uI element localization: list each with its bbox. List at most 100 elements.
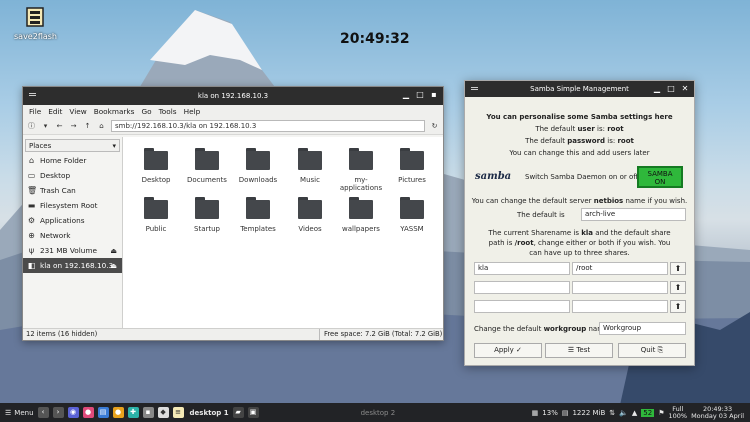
- menu-help[interactable]: Help: [184, 107, 201, 116]
- file-manager-icon[interactable]: ▤: [97, 407, 109, 418]
- forward-arrow-icon[interactable]: ›: [52, 407, 64, 418]
- sidebar-item-network[interactable]: ⊕ Network: [23, 228, 122, 243]
- menu-tools[interactable]: Tools: [159, 107, 177, 116]
- menu-file[interactable]: File: [29, 107, 41, 116]
- folder-task-icon[interactable]: ▰: [232, 407, 244, 418]
- window-menu-icon[interactable]: [29, 93, 36, 96]
- folder-icon: [246, 148, 270, 170]
- file-manager-titlebar[interactable]: kla on 192.168.10.3 ▁ □ ▪: [23, 87, 443, 105]
- up-icon[interactable]: ↑: [83, 122, 92, 131]
- bluetooth-icon[interactable]: ▲: [632, 409, 637, 417]
- info-icon[interactable]: ⓘ: [27, 122, 36, 131]
- menu-edit[interactable]: Edit: [48, 107, 62, 116]
- netbios-field[interactable]: arch-live: [581, 208, 686, 221]
- forward-icon[interactable]: →: [69, 122, 78, 131]
- test-button[interactable]: ☰ Test: [545, 343, 613, 358]
- folder-item[interactable]: my-applications: [336, 148, 386, 192]
- taskbar-clock[interactable]: 20:49:33 Monday 03 April: [691, 405, 744, 420]
- samba-task-icon[interactable]: ▣: [247, 407, 259, 418]
- folder-item[interactable]: Public: [131, 197, 181, 233]
- maximize-icon[interactable]: □: [415, 90, 425, 100]
- applications-icon: ⚙: [27, 216, 36, 225]
- folder-item[interactable]: Startup: [182, 197, 232, 233]
- browser-icon[interactable]: ●: [82, 407, 94, 418]
- network-share-icon: ◧: [27, 261, 36, 270]
- toolbar: ⓘ ▾ ← → ↑ ⌂ smb://192.168.10.3/kla on 19…: [23, 118, 443, 135]
- samba-titlebar[interactable]: Samba Simple Management ▁ □ ✕: [465, 81, 694, 97]
- folder-item[interactable]: Desktop: [131, 148, 181, 184]
- folder-item[interactable]: Templates: [233, 197, 283, 233]
- share-name-field[interactable]: kla: [474, 262, 570, 275]
- workspace-2[interactable]: desktop 2: [361, 409, 396, 417]
- terminal-icon[interactable]: ▪: [142, 407, 154, 418]
- maximize-icon[interactable]: □: [666, 84, 676, 94]
- sidebar-item-filesystem[interactable]: ▬ Filesystem Root: [23, 198, 122, 213]
- trash-icon: 🗑: [27, 186, 38, 195]
- refresh-icon[interactable]: ↻: [430, 122, 439, 131]
- minimize-icon[interactable]: ▁: [652, 84, 662, 94]
- desktop-clock: 20:49:32: [340, 31, 410, 47]
- history-dropdown-icon[interactable]: ▾: [41, 122, 50, 131]
- minimize-icon[interactable]: ▁: [401, 90, 411, 100]
- sidebar-item-home[interactable]: ⌂ Home Folder: [23, 153, 122, 168]
- folder-item[interactable]: wallpapers: [336, 197, 386, 233]
- app-launcher-icon[interactable]: ◉: [67, 407, 79, 418]
- workgroup-field[interactable]: Workgroup: [599, 322, 686, 335]
- samba-on-button[interactable]: SAMBA ON: [637, 166, 683, 188]
- menu-bookmarks[interactable]: Bookmarks: [94, 107, 135, 116]
- close-icon[interactable]: ✕: [680, 84, 690, 94]
- share-path-field[interactable]: /root: [572, 262, 668, 275]
- start-menu-button[interactable]: ☰ Menu: [0, 409, 34, 417]
- folder-item[interactable]: Pictures: [387, 148, 437, 184]
- apply-button[interactable]: Apply ✓: [474, 343, 542, 358]
- share-path-field[interactable]: [572, 281, 668, 294]
- back-arrow-icon[interactable]: ‹: [37, 407, 49, 418]
- eject-icon[interactable]: ⏏: [110, 262, 117, 270]
- share-name-field[interactable]: [474, 300, 570, 313]
- save2flash-taskbar-icon[interactable]: ≡: [172, 407, 184, 418]
- sidebar-item-trash[interactable]: 🗑 Trash Can: [23, 183, 122, 198]
- sidebar-item-volume[interactable]: ψ 231 MB Volume ⏏: [23, 243, 122, 258]
- power-line2: 100%: [668, 411, 688, 420]
- package-icon[interactable]: ◆: [157, 407, 169, 418]
- media-icon[interactable]: ●: [112, 407, 124, 418]
- volume-icon[interactable]: 🔈: [619, 409, 628, 417]
- battery-indicator[interactable]: 52: [641, 408, 655, 417]
- sidebar-item-applications[interactable]: ⚙ Applications: [23, 213, 122, 228]
- statusbar: 12 items (16 hidden) Free space: 7.2 GiB…: [23, 328, 443, 340]
- flag-icon[interactable]: ⚑: [658, 409, 664, 417]
- places-header[interactable]: Places ▾: [25, 139, 120, 152]
- menu-go[interactable]: Go: [141, 107, 151, 116]
- sidebar-item-label: Filesystem Root: [40, 201, 98, 210]
- menu-view[interactable]: View: [69, 107, 86, 116]
- network-tray-icon[interactable]: ⇅: [609, 409, 615, 417]
- sidebar-item-desktop[interactable]: ▭ Desktop: [23, 168, 122, 183]
- taskbar: ☰ Menu ‹ › ◉ ● ▤ ● ✚ ▪ ◆ ≡ desktop 1 ▰ ▣…: [0, 403, 750, 422]
- folder-item[interactable]: Music: [285, 148, 335, 184]
- eject-icon[interactable]: ⏏: [110, 247, 117, 255]
- folder-label: Pictures: [398, 176, 426, 184]
- samba-on-line1: SAMBA: [647, 170, 673, 178]
- sidebar-item-label: Home Folder: [40, 156, 87, 165]
- back-icon[interactable]: ←: [55, 122, 64, 131]
- window-menu-icon[interactable]: [471, 87, 478, 90]
- browse-up-button[interactable]: ⬆: [670, 262, 686, 275]
- workspace-1[interactable]: desktop 1: [190, 409, 229, 417]
- share-path-field[interactable]: [572, 300, 668, 313]
- folder-item[interactable]: Downloads: [233, 148, 283, 184]
- browse-up-button[interactable]: ⬆: [670, 281, 686, 294]
- settings-icon[interactable]: ✚: [127, 407, 139, 418]
- power-status: Full 100%: [668, 405, 688, 420]
- folder-label: Music: [300, 176, 320, 184]
- folder-item[interactable]: Videos: [285, 197, 335, 233]
- browse-up-button[interactable]: ⬆: [670, 300, 686, 313]
- quit-button[interactable]: Quit ⎘: [618, 343, 686, 358]
- folder-item[interactable]: Documents: [182, 148, 232, 184]
- sidebar-item-share[interactable]: ◧ kla on 192.168.10.3 ⏏: [23, 258, 122, 273]
- path-input[interactable]: smb://192.168.10.3/kla on 192.168.10.3: [111, 120, 425, 132]
- share-name-field[interactable]: [474, 281, 570, 294]
- close-icon[interactable]: ▪: [429, 90, 439, 100]
- folder-item[interactable]: YASSM: [387, 197, 437, 233]
- home-icon[interactable]: ⌂: [97, 122, 106, 131]
- desktop-icon-save2flash[interactable]: save2flash: [14, 6, 57, 41]
